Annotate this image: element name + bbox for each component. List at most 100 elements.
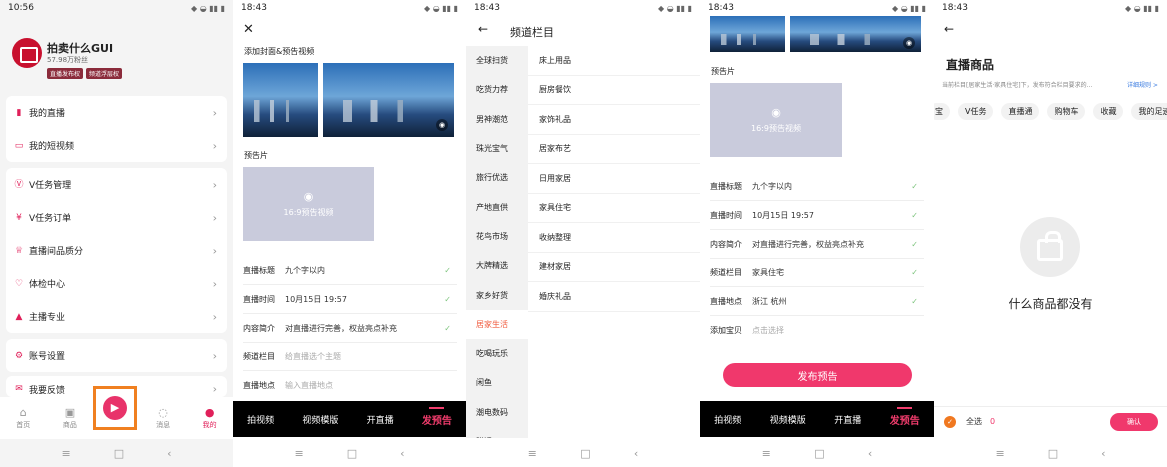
menu-icon[interactable]: ≡: [995, 447, 1004, 460]
action-go-live[interactable]: 开直播: [367, 413, 394, 426]
menu-item-my-live[interactable]: ▮ 我的直播 ›: [6, 96, 227, 129]
system-nav-bar: ≡ □ ‹: [233, 439, 466, 467]
tab-goods[interactable]: ▣ 商品: [47, 397, 94, 439]
form-row-channel[interactable]: 频道栏目 家具住宅 ✓: [710, 259, 924, 287]
menu-item-my-short-video[interactable]: ▭ 我的短视频 ›: [6, 129, 227, 162]
cover-image-2[interactable]: ◉: [323, 63, 454, 137]
subcategory-item[interactable]: 家饰礼品: [528, 105, 700, 135]
menu-item-v-task-order[interactable]: ¥ V任务订单 ›: [6, 201, 227, 234]
form-row-add-goods[interactable]: 添加宝贝 点击选择: [710, 316, 924, 344]
home-square-icon[interactable]: □: [814, 447, 824, 460]
menu-icon[interactable]: ≡: [294, 447, 303, 460]
category-item[interactable]: 大牌精选: [466, 251, 528, 280]
chevron-right-icon: ›: [212, 106, 217, 119]
menu-item-health-center[interactable]: ♡ 体检中心 ›: [6, 267, 227, 300]
home-square-icon[interactable]: □: [1048, 447, 1058, 460]
back-arrow-icon[interactable]: ←: [478, 22, 488, 36]
chevron-right-icon: ›: [212, 178, 217, 191]
close-icon[interactable]: ✕: [243, 22, 254, 37]
action-go-live[interactable]: 开直播: [834, 413, 861, 426]
category-item[interactable]: 旅行优选: [466, 163, 528, 192]
category-item[interactable]: 吃喝玩乐: [466, 339, 528, 368]
preview-video-placeholder[interactable]: ◉ 16:9预告视频: [243, 167, 374, 241]
back-icon[interactable]: ‹: [634, 447, 638, 460]
form-row-title[interactable]: 直播标题 九个字以内 ✓: [710, 173, 924, 201]
menu-item-anchor-pro[interactable]: ▲ 主播专业 ›: [6, 300, 227, 333]
form-row-time[interactable]: 直播时间 10月15日 19:57 ✓: [710, 202, 924, 230]
form-row-intro[interactable]: 内容简介 对直播进行完善，权益亮点补充 ✓: [710, 231, 924, 259]
camera-icon[interactable]: ◉: [903, 37, 915, 49]
subcategory-item[interactable]: 家具住宅: [528, 194, 700, 223]
form-row-channel[interactable]: 频道栏目 给直播选个主题: [243, 343, 457, 371]
chip-history[interactable]: 我的足迹: [1131, 103, 1167, 120]
menu-item-account-settings[interactable]: ⚙ 账号设置 ›: [6, 339, 227, 372]
confirm-button[interactable]: 确认: [1110, 413, 1158, 431]
form-row-title[interactable]: 直播标题 九个字以内 ✓: [243, 257, 457, 285]
chip-treasure[interactable]: 宝: [934, 103, 950, 120]
action-publish-preview[interactable]: 发预告: [890, 406, 920, 427]
tab-home[interactable]: ⌂ 首页: [0, 397, 47, 439]
home-square-icon[interactable]: □: [580, 447, 590, 460]
menu-icon[interactable]: ≡: [61, 447, 70, 460]
back-arrow-icon[interactable]: ←: [944, 22, 954, 36]
avatar[interactable]: [12, 38, 42, 68]
select-all-label[interactable]: 全选: [966, 416, 982, 427]
action-shoot-video[interactable]: 拍视频: [247, 413, 274, 426]
category-item[interactable]: 家乡好货: [466, 280, 528, 309]
category-item[interactable]: 男神潮范: [466, 105, 528, 134]
chip-v-task[interactable]: V任务: [958, 103, 994, 120]
action-video-template[interactable]: 视频模版: [302, 413, 338, 426]
home-square-icon[interactable]: □: [347, 447, 357, 460]
menu-item-quality-score[interactable]: ♕ 直播间品质分 ›: [6, 234, 227, 267]
menu-icon[interactable]: ≡: [528, 447, 537, 460]
chip-cart[interactable]: 购物车: [1047, 103, 1086, 120]
category-item[interactable]: 花鸟市场: [466, 222, 528, 251]
form-label: 直播标题: [710, 182, 742, 191]
live-create-button[interactable]: ▶: [103, 396, 127, 420]
back-icon[interactable]: ‹: [167, 447, 171, 460]
camera-icon[interactable]: ◉: [436, 119, 448, 131]
subcategory-item[interactable]: 收纳整理: [528, 223, 700, 253]
category-item-active[interactable]: 居家生活: [466, 309, 528, 339]
subcategory-item[interactable]: 日用家居: [528, 164, 700, 194]
subcategory-item[interactable]: 居家布艺: [528, 135, 700, 164]
category-item[interactable]: 吃货力荐: [466, 75, 528, 104]
cover-image-1[interactable]: [710, 16, 785, 52]
tab-messages[interactable]: ◌ 消息: [140, 397, 187, 439]
source-chips: 宝 V任务 直播通 购物车 收藏 我的足迹: [934, 103, 1167, 120]
select-all-checkbox[interactable]: ✓: [944, 415, 956, 428]
rules-link[interactable]: 详细规则 >: [1127, 80, 1158, 89]
chip-favorites[interactable]: 收藏: [1093, 103, 1124, 120]
category-item[interactable]: 珠光宝气: [466, 134, 528, 163]
home-square-icon[interactable]: □: [114, 447, 124, 460]
menu-icon[interactable]: ≡: [762, 447, 771, 460]
action-publish-preview[interactable]: 发预告: [422, 406, 452, 427]
category-item[interactable]: 潮电数码: [466, 398, 528, 427]
action-shoot-video[interactable]: 拍视频: [714, 413, 741, 426]
cover-image-1[interactable]: [243, 63, 318, 137]
subcategory-item[interactable]: 婚庆礼品: [528, 282, 700, 312]
subcategory-item[interactable]: 建材家居: [528, 253, 700, 282]
menu-item-v-task-manage[interactable]: Ⓥ V任务管理 ›: [6, 168, 227, 201]
category-item[interactable]: 全球扫货: [466, 46, 528, 75]
form-row-time[interactable]: 直播时间 10月15日 19:57 ✓: [243, 286, 457, 314]
subcategory-item[interactable]: 厨房餐饮: [528, 76, 700, 105]
category-item[interactable]: 闲鱼: [466, 368, 528, 397]
action-video-template[interactable]: 视频模版: [770, 413, 806, 426]
cover-image-2[interactable]: ◉: [790, 16, 921, 52]
preview-video-placeholder[interactable]: ◉ 16:9预告视频: [710, 83, 842, 157]
back-icon[interactable]: ‹: [1101, 447, 1105, 460]
form-row-location[interactable]: 直播地点 浙江 杭州 ✓: [710, 288, 924, 316]
form-row-intro[interactable]: 内容简介 对直播进行完善，权益亮点补充 ✓: [243, 315, 457, 343]
chip-live-pass[interactable]: 直播通: [1001, 103, 1040, 120]
back-icon[interactable]: ‹: [868, 447, 872, 460]
publish-preview-button[interactable]: 发布预告: [723, 363, 912, 387]
video-icon: ▭: [14, 140, 24, 151]
subcategory-item[interactable]: 床上用品: [528, 46, 700, 76]
tab-mine[interactable]: ● 我的: [186, 397, 233, 439]
category-item[interactable]: 产地直供: [466, 192, 528, 221]
category-item[interactable]: 附近: [466, 427, 528, 438]
back-icon[interactable]: ‹: [400, 447, 404, 460]
trophy-icon: ♕: [14, 245, 24, 256]
form-row-location[interactable]: 直播地点 输入直播地点: [243, 371, 457, 399]
